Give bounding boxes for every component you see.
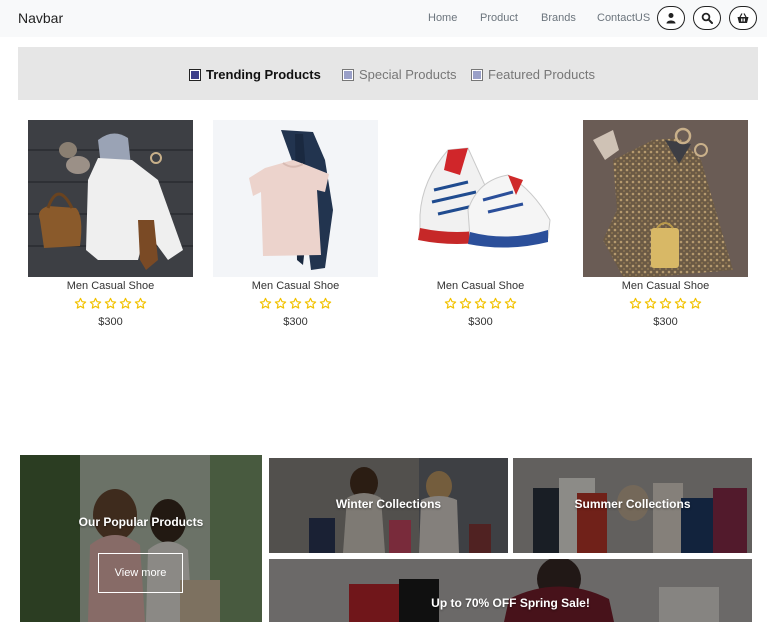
product-card[interactable]: Men Casual Shoe $300 (398, 120, 563, 328)
star-icon (444, 297, 457, 309)
star-icon (289, 297, 302, 309)
tab-checkbox (471, 68, 483, 81)
product-name[interactable]: Men Casual Shoe (28, 280, 193, 294)
nav-link-product[interactable]: Product (480, 12, 518, 24)
nav-link-contactus[interactable]: ContactUS (597, 12, 650, 24)
product-price: $300 (468, 316, 493, 328)
popular-products-banner[interactable]: Our Popular Products View more (20, 455, 262, 622)
product-price: $300 (98, 316, 123, 328)
user-button[interactable] (657, 6, 685, 30)
star-icon (119, 297, 132, 309)
tab-checkbox (342, 68, 354, 81)
product-price: $300 (283, 316, 308, 328)
star-icon (89, 297, 102, 309)
star-icon (689, 297, 702, 309)
star-icon (674, 297, 687, 309)
product-rating (398, 297, 563, 313)
product-tabs: Trending Products Special Products Featu… (18, 47, 758, 100)
product-rating (28, 297, 193, 313)
banner-title: Summer Collections (574, 497, 691, 511)
star-icon (259, 297, 272, 309)
product-image[interactable] (398, 120, 563, 277)
search-icon (701, 12, 713, 24)
tab-label: Featured Products (488, 67, 595, 82)
product-name[interactable]: Men Casual Shoe (398, 280, 563, 294)
search-button[interactable] (693, 6, 721, 30)
banner-title: Up to 70% OFF Spring Sale! (431, 596, 590, 610)
summer-collections-banner[interactable]: Summer Collections (513, 458, 752, 553)
nav-link-brands[interactable]: Brands (541, 12, 576, 24)
product-name[interactable]: Men Casual Shoe (583, 280, 748, 294)
cart-button[interactable] (729, 6, 757, 30)
tab-trending-products[interactable]: Trending Products (189, 67, 321, 82)
star-icon (104, 297, 117, 309)
banner-title: Our Popular Products (78, 515, 204, 529)
star-icon (629, 297, 642, 309)
star-icon (304, 297, 317, 309)
star-icon (74, 297, 87, 309)
product-card[interactable]: Men Casual Shoe $300 (28, 120, 193, 328)
product-image[interactable] (28, 120, 193, 277)
navbar-brand[interactable]: Navbar (18, 10, 63, 26)
tab-label: Special Products (359, 67, 457, 82)
tab-featured-products[interactable]: Featured Products (471, 67, 595, 82)
star-icon (489, 297, 502, 309)
basket-icon (737, 13, 749, 23)
star-icon (459, 297, 472, 309)
winter-collections-banner[interactable]: Winter Collections (269, 458, 508, 553)
product-price: $300 (653, 316, 678, 328)
star-icon (319, 297, 332, 309)
star-icon (644, 297, 657, 309)
product-image[interactable] (583, 120, 748, 277)
product-name[interactable]: Men Casual Shoe (213, 280, 378, 294)
star-icon (274, 297, 287, 309)
tab-label: Trending Products (206, 67, 321, 82)
spring-sale-banner[interactable]: Up to 70% OFF Spring Sale! (269, 559, 752, 622)
tab-special-products[interactable]: Special Products (342, 67, 457, 82)
navbar: Navbar Home Product Brands ContactUS (0, 0, 767, 37)
nav-link-home[interactable]: Home (428, 12, 457, 24)
product-rating (583, 297, 748, 313)
user-icon (666, 13, 676, 24)
product-card[interactable]: Men Casual Shoe $300 (583, 120, 748, 328)
tab-checkbox (189, 68, 201, 81)
product-rating (213, 297, 378, 313)
banner-title: Winter Collections (335, 497, 442, 511)
product-card[interactable]: Men Casual Shoe $300 (213, 120, 378, 328)
star-icon (474, 297, 487, 309)
star-icon (659, 297, 672, 309)
star-icon (134, 297, 147, 309)
product-image[interactable] (213, 120, 378, 277)
view-more-button[interactable]: View more (98, 553, 183, 593)
star-icon (504, 297, 517, 309)
